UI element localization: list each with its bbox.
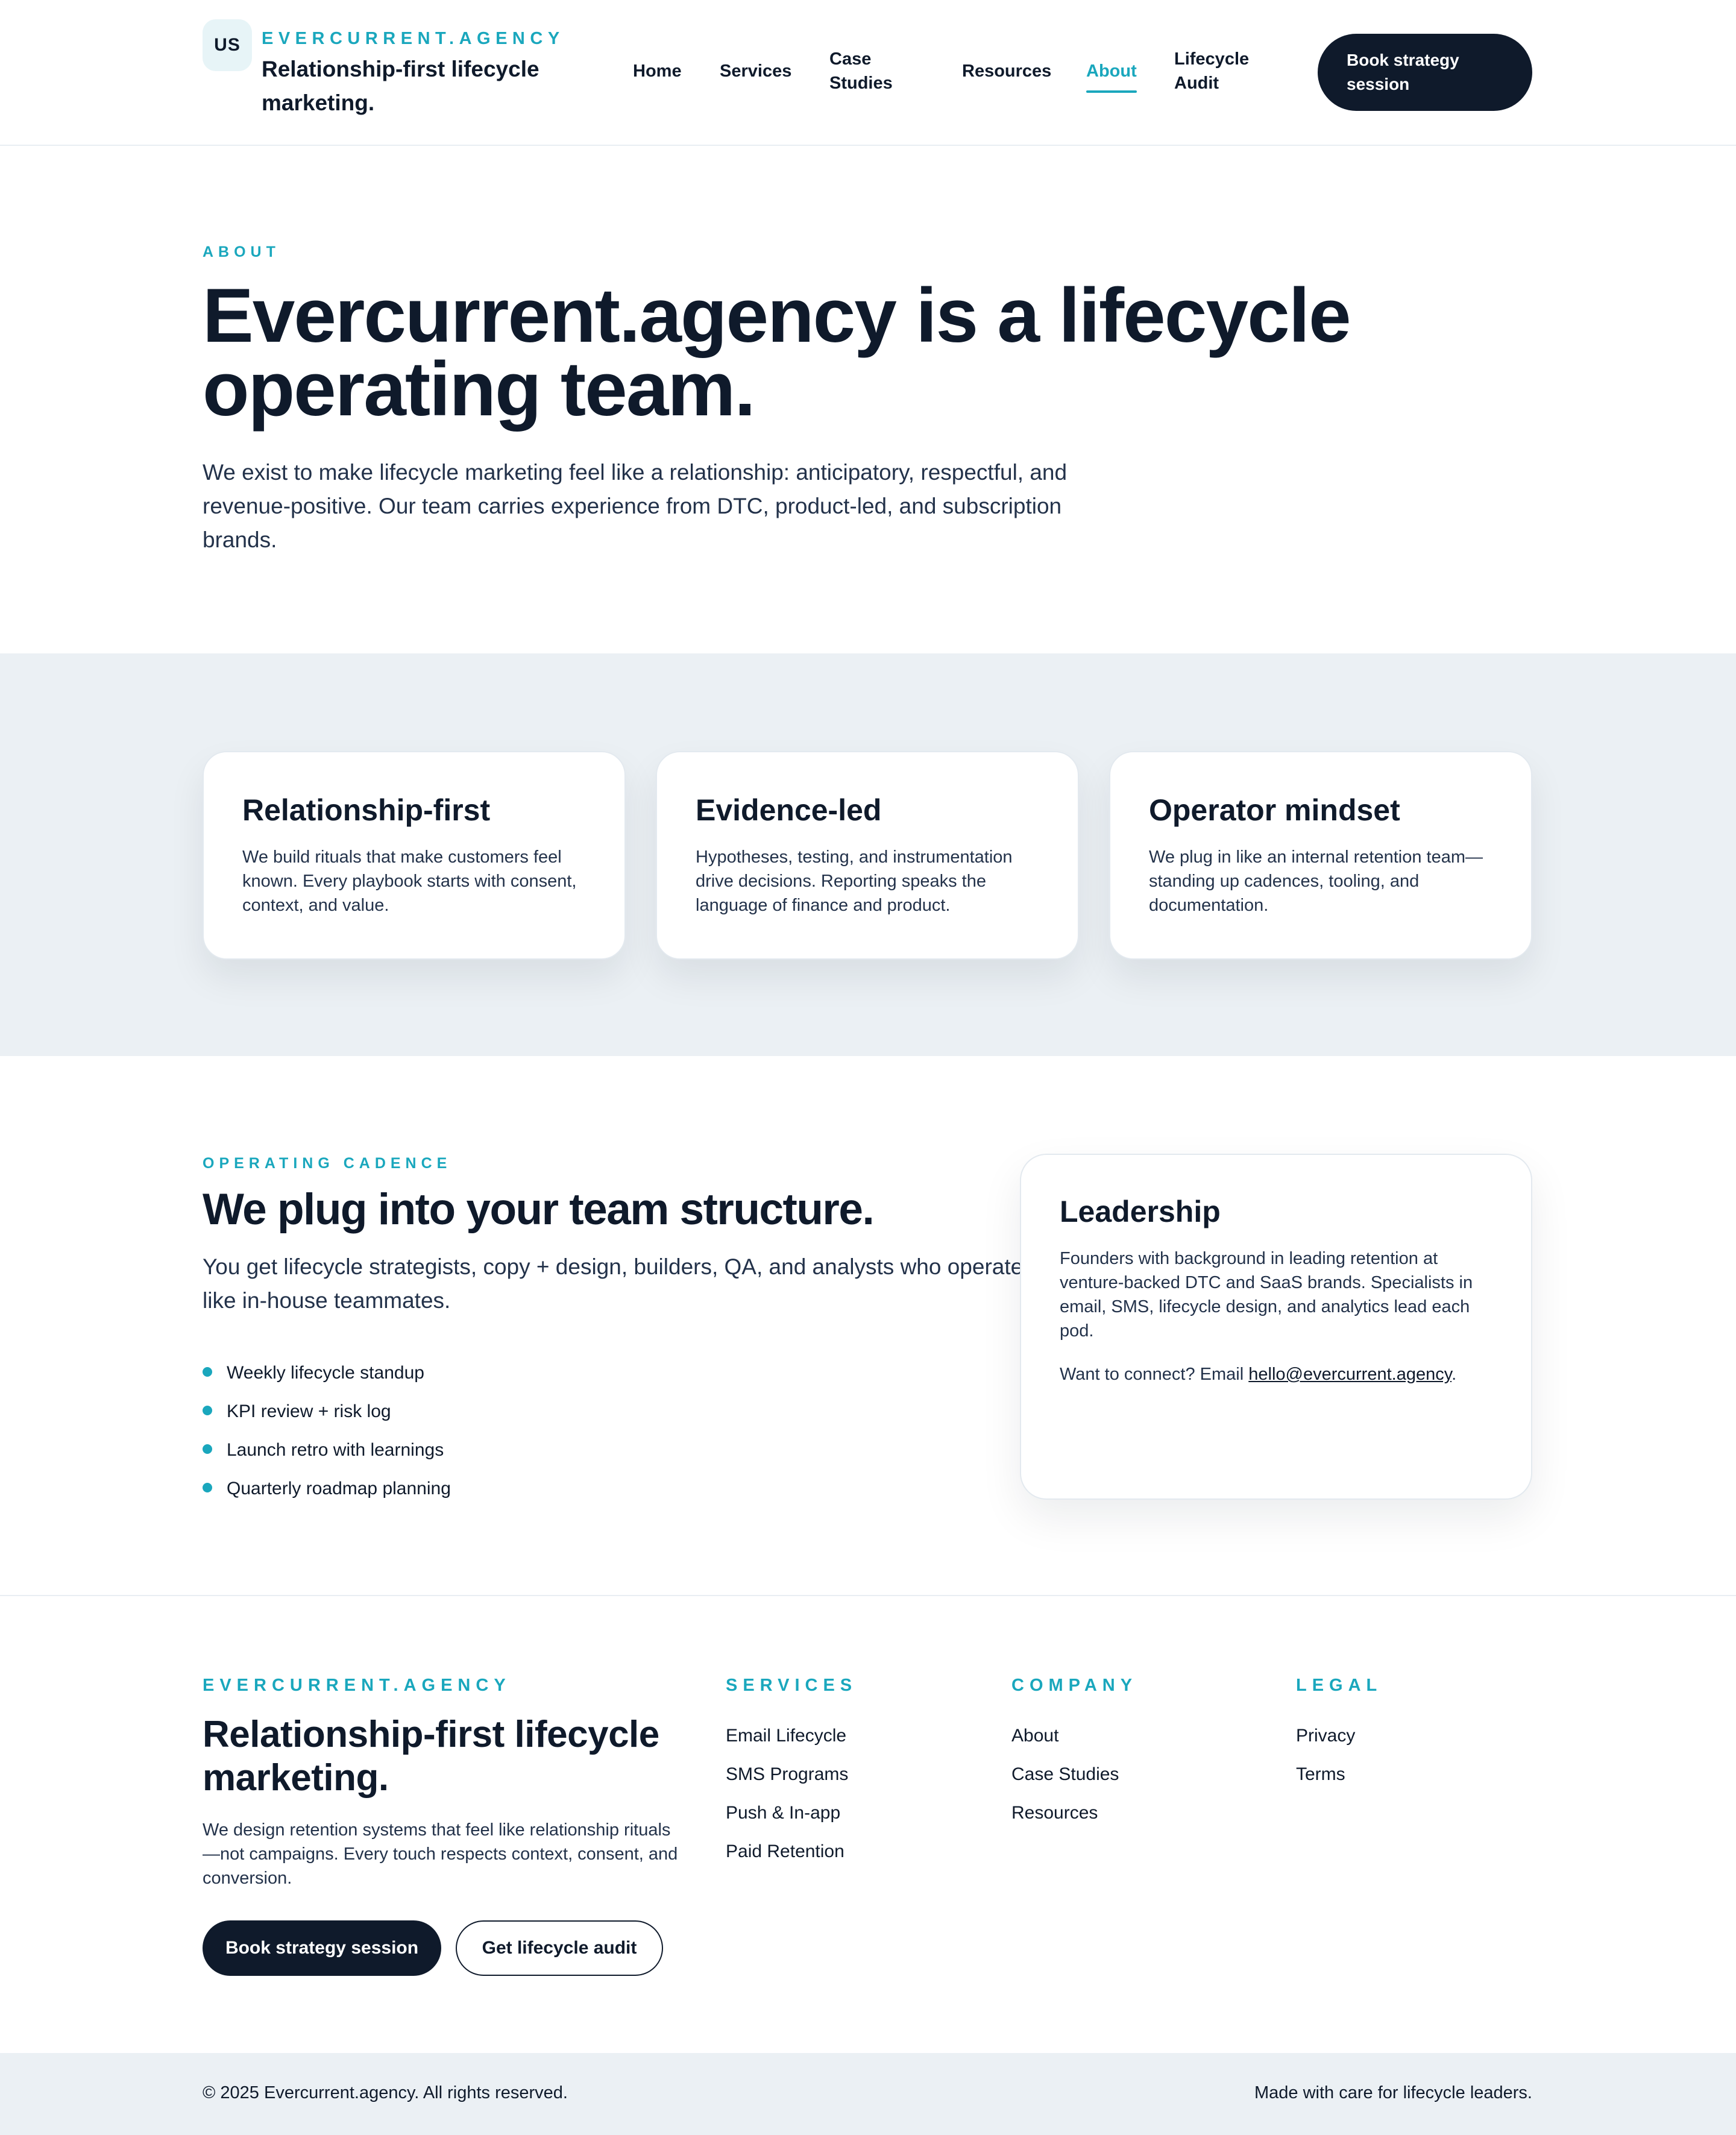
nav-about[interactable]: About [1086, 59, 1137, 93]
cadence-lead: You get lifecycle strategists, copy + de… [203, 1254, 1024, 1313]
cadence-title: We plug into your team structure. [203, 1185, 875, 1234]
get-lifecycle-audit-button[interactable]: Get lifecycle audit [456, 1920, 663, 1976]
value-card: Evidence-led Hypotheses, testing, and in… [656, 751, 1079, 960]
book-strategy-session-button[interactable]: Book strategy session [203, 1920, 441, 1976]
footer-link-case-studies[interactable]: Case Studies [1011, 1755, 1119, 1794]
leadership-card: Leadership Founders with background in l… [1020, 1154, 1532, 1500]
footer-link-email-lifecycle[interactable]: Email Lifecycle [726, 1717, 848, 1755]
value-card: Operator mindset We plug in like an inte… [1109, 751, 1532, 960]
footer-legal-heading: LEGAL [1296, 1676, 1383, 1695]
site-footer: EVERCURRENT.AGENCY Relationship-first li… [0, 1596, 1736, 2135]
value-card-body: Hypotheses, testing, and instrumentation… [696, 847, 1013, 915]
footer-company-heading: COMPANY [1011, 1676, 1138, 1695]
operating-cadence-section: OPERATING CADENCE We plug into your team… [0, 1056, 1736, 1596]
footer-bottom-bar: © 2025 Evercurrent.agency. All rights re… [0, 2053, 1736, 2135]
copyright: © 2025 Evercurrent.agency. All rights re… [203, 2083, 568, 2102]
footer-link-sms-programs[interactable]: SMS Programs [726, 1755, 848, 1794]
footer-link-privacy[interactable]: Privacy [1296, 1717, 1355, 1755]
list-item: KPI review + risk log [203, 1392, 451, 1431]
footer-link-terms[interactable]: Terms [1296, 1755, 1355, 1794]
value-card-title: Relationship-first [242, 793, 491, 827]
value-card-title: Operator mindset [1149, 793, 1400, 827]
cadence-kicker: OPERATING CADENCE [203, 1155, 452, 1172]
book-strategy-session-button[interactable]: Book strategy session [1318, 34, 1532, 111]
footer-brand-name: EVERCURRENT.AGENCY [203, 1676, 511, 1695]
value-card-title: Evidence-led [696, 793, 882, 827]
made-with-note: Made with care for lifecycle leaders. [1254, 2083, 1532, 2102]
footer-link-push-in-app[interactable]: Push & In-app [726, 1794, 848, 1832]
nav-case-studies[interactable]: Case Studies [829, 47, 908, 95]
list-item: Quarterly roadmap planning [203, 1470, 451, 1508]
footer-title: Relationship-first lifecycle marketing. [203, 1714, 659, 1799]
nav-home[interactable]: Home [633, 59, 682, 83]
list-item: Weekly lifecycle standup [203, 1354, 451, 1392]
hero-description: We exist to make lifecycle marketing fee… [203, 460, 1068, 552]
values-section: Relationship-first We build rituals that… [0, 653, 1736, 1056]
hero-kicker: ABOUT [203, 244, 280, 260]
cadence-list: Weekly lifecycle standup KPI review + ri… [203, 1354, 451, 1508]
footer-services-heading: SERVICES [726, 1676, 858, 1695]
footer-link-about[interactable]: About [1011, 1717, 1119, 1755]
footer-link-resources[interactable]: Resources [1011, 1794, 1119, 1832]
contact-suffix: . [1451, 1365, 1457, 1384]
list-item: Launch retro with learnings [203, 1431, 451, 1470]
footer-company-links: About Case Studies Resources [1011, 1717, 1119, 1832]
value-card-body: We build rituals that make customers fee… [242, 847, 577, 915]
value-card: Relationship-first We build rituals that… [203, 751, 626, 960]
brand-name: EVERCURRENT.AGENCY [262, 29, 565, 48]
footer-description: We design retention systems that feel li… [203, 1820, 678, 1888]
footer-services-links: Email Lifecycle SMS Programs Push & In-a… [726, 1717, 848, 1871]
leadership-title: Leadership [1060, 1195, 1221, 1228]
nav-services[interactable]: Services [720, 59, 791, 83]
contact-prefix: Want to connect? Email [1060, 1365, 1249, 1384]
email-link[interactable]: hello@evercurrent.agency [1248, 1365, 1451, 1384]
footer-legal-links: Privacy Terms [1296, 1717, 1355, 1794]
leadership-body: Founders with background in leading rete… [1060, 1249, 1473, 1341]
about-hero: ABOUT Evercurrent.agency is a lifecycle … [203, 146, 1532, 653]
hero-title: Evercurrent.agency is a lifecycle operat… [203, 272, 1351, 432]
footer-link-paid-retention[interactable]: Paid Retention [726, 1832, 848, 1871]
value-card-body: We plug in like an internal retention te… [1149, 847, 1483, 915]
nav-lifecycle-audit[interactable]: Lifecycle Audit [1174, 47, 1265, 95]
site-header: US EVERCURRENT.AGENCY Relationship-first… [0, 0, 1736, 146]
nav-resources[interactable]: Resources [962, 59, 1051, 83]
contact-line: Want to connect? Email hello@evercurrent… [1060, 1362, 1492, 1386]
